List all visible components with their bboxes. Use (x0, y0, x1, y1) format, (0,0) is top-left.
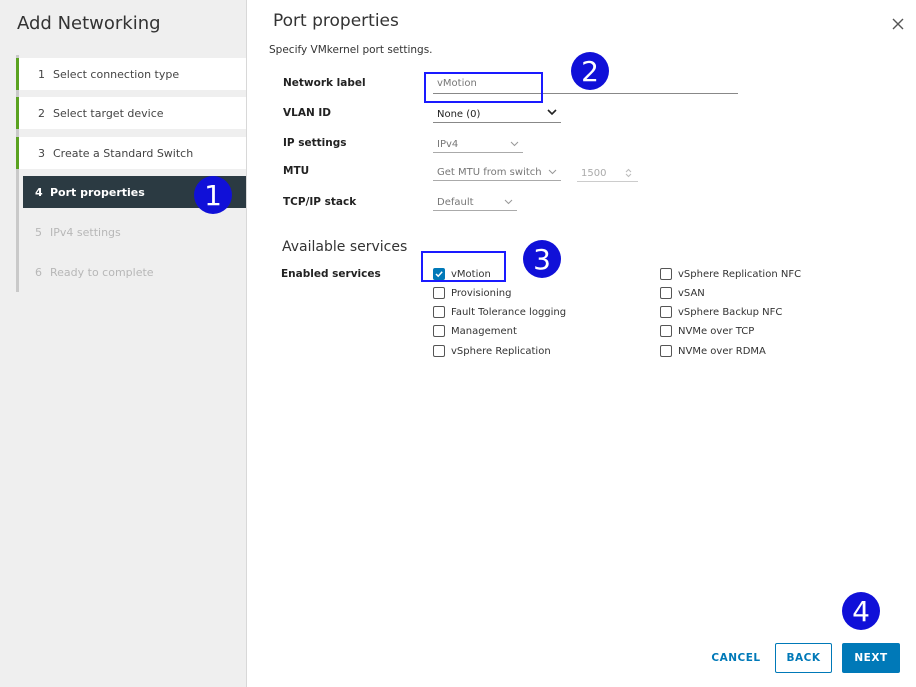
tcpip-stack-label: TCP/IP stack (283, 196, 357, 208)
annotation-highlight-vmotion (421, 251, 506, 282)
service-label: vSphere Backup NFC (678, 306, 783, 318)
enabled-services-label: Enabled services (281, 268, 381, 280)
service-label: NVMe over RDMA (678, 345, 766, 357)
step-create-standard-switch[interactable]: 3 Create a Standard Switch (16, 137, 246, 169)
step-number: 3 (38, 146, 45, 160)
step-label: Create a Standard Switch (53, 146, 194, 160)
ip-settings-label: IP settings (283, 137, 347, 149)
service-vsphere-replication-nfc-checkbox[interactable]: vSphere Replication NFC (660, 268, 801, 280)
network-label-label: Network label (283, 77, 366, 89)
chevron-down-icon (504, 198, 513, 207)
tcpip-stack-value: Default (437, 196, 474, 208)
page-title: Port properties (273, 11, 399, 31)
mtu-mode-value: Get MTU from switch (437, 166, 542, 178)
step-number: 5 (35, 225, 42, 239)
checkbox-icon[interactable] (660, 325, 672, 337)
step-select-connection-type[interactable]: 1 Select connection type (16, 58, 246, 90)
checkbox-icon[interactable] (433, 325, 445, 337)
service-label: Fault Tolerance logging (451, 306, 567, 318)
next-button[interactable]: NEXT (842, 643, 900, 673)
mtu-number-value: 1500 (581, 167, 607, 179)
checkbox-icon[interactable] (660, 306, 672, 318)
step-number: 2 (38, 106, 45, 120)
ip-settings-value: IPv4 (437, 138, 459, 150)
service-provisioning-checkbox[interactable]: Provisioning (433, 287, 511, 299)
service-label: vSphere Replication NFC (678, 268, 802, 280)
ip-settings-select[interactable]: IPv4 (433, 136, 523, 153)
step-ready-to-complete: 6 Ready to complete (16, 256, 246, 288)
mtu-number-input[interactable]: 1500 (577, 165, 638, 182)
mtu-label: MTU (283, 165, 310, 177)
annotation-badge-1: 1 (194, 176, 232, 214)
service-vsphere-backup-nfc-checkbox[interactable]: vSphere Backup NFC (660, 306, 782, 318)
available-services-heading: Available services (282, 239, 408, 255)
service-management-checkbox[interactable]: Management (433, 325, 517, 337)
vlan-id-value: None (0) (437, 108, 481, 120)
service-nvme-over-tcp-checkbox[interactable]: NVMe over TCP (660, 325, 754, 337)
annotation-highlight-network-label (424, 72, 543, 103)
service-vsphere-replication-checkbox[interactable]: vSphere Replication (433, 345, 551, 357)
step-label: IPv4 settings (50, 225, 121, 239)
checkbox-icon[interactable] (660, 287, 672, 299)
checkbox-icon[interactable] (433, 345, 445, 357)
step-number: 1 (38, 67, 45, 81)
wizard-sidebar: Add Networking 1 Select connection type … (0, 0, 247, 687)
service-fault-tolerance-checkbox[interactable]: Fault Tolerance logging (433, 306, 566, 318)
step-number: 4 (35, 185, 43, 199)
tcpip-stack-select[interactable]: Default (433, 194, 517, 211)
annotation-badge-4: 4 (842, 592, 880, 630)
service-label: vSphere Replication (451, 345, 551, 357)
close-icon[interactable] (890, 16, 906, 32)
service-label: vSAN (678, 287, 705, 299)
spinner-icon[interactable] (625, 168, 632, 178)
wizard-title: Add Networking (17, 13, 161, 34)
service-vsan-checkbox[interactable]: vSAN (660, 287, 705, 299)
service-label: Management (451, 325, 517, 337)
mtu-select[interactable]: Get MTU from switch (433, 164, 561, 181)
cancel-button[interactable]: CANCEL (704, 643, 768, 673)
checkbox-icon[interactable] (433, 287, 445, 299)
step-label: Ready to complete (50, 265, 154, 279)
service-label: Provisioning (451, 287, 512, 299)
service-nvme-over-rdma-checkbox[interactable]: NVMe over RDMA (660, 345, 766, 357)
back-button[interactable]: BACK (775, 643, 832, 673)
step-select-target-device[interactable]: 2 Select target device (16, 97, 246, 129)
chevron-down-icon (510, 140, 519, 149)
step-label: Select connection type (53, 67, 180, 81)
step-label: Port properties (50, 185, 145, 199)
chevron-down-icon (547, 109, 557, 119)
vlan-id-select[interactable]: None (0) (433, 106, 561, 123)
checkbox-icon[interactable] (660, 268, 672, 280)
page-subtitle: Specify VMkernel port settings. (269, 44, 433, 56)
step-label: Select target device (53, 106, 164, 120)
chevron-down-icon (548, 168, 557, 177)
annotation-badge-2: 2 (571, 52, 609, 90)
service-label: NVMe over TCP (678, 325, 755, 337)
checkbox-icon[interactable] (433, 306, 445, 318)
checkbox-icon[interactable] (660, 345, 672, 357)
step-ipv4-settings: 5 IPv4 settings (16, 216, 246, 248)
step-number: 6 (35, 265, 42, 279)
vlan-id-label: VLAN ID (283, 107, 332, 119)
annotation-badge-3: 3 (523, 240, 561, 278)
